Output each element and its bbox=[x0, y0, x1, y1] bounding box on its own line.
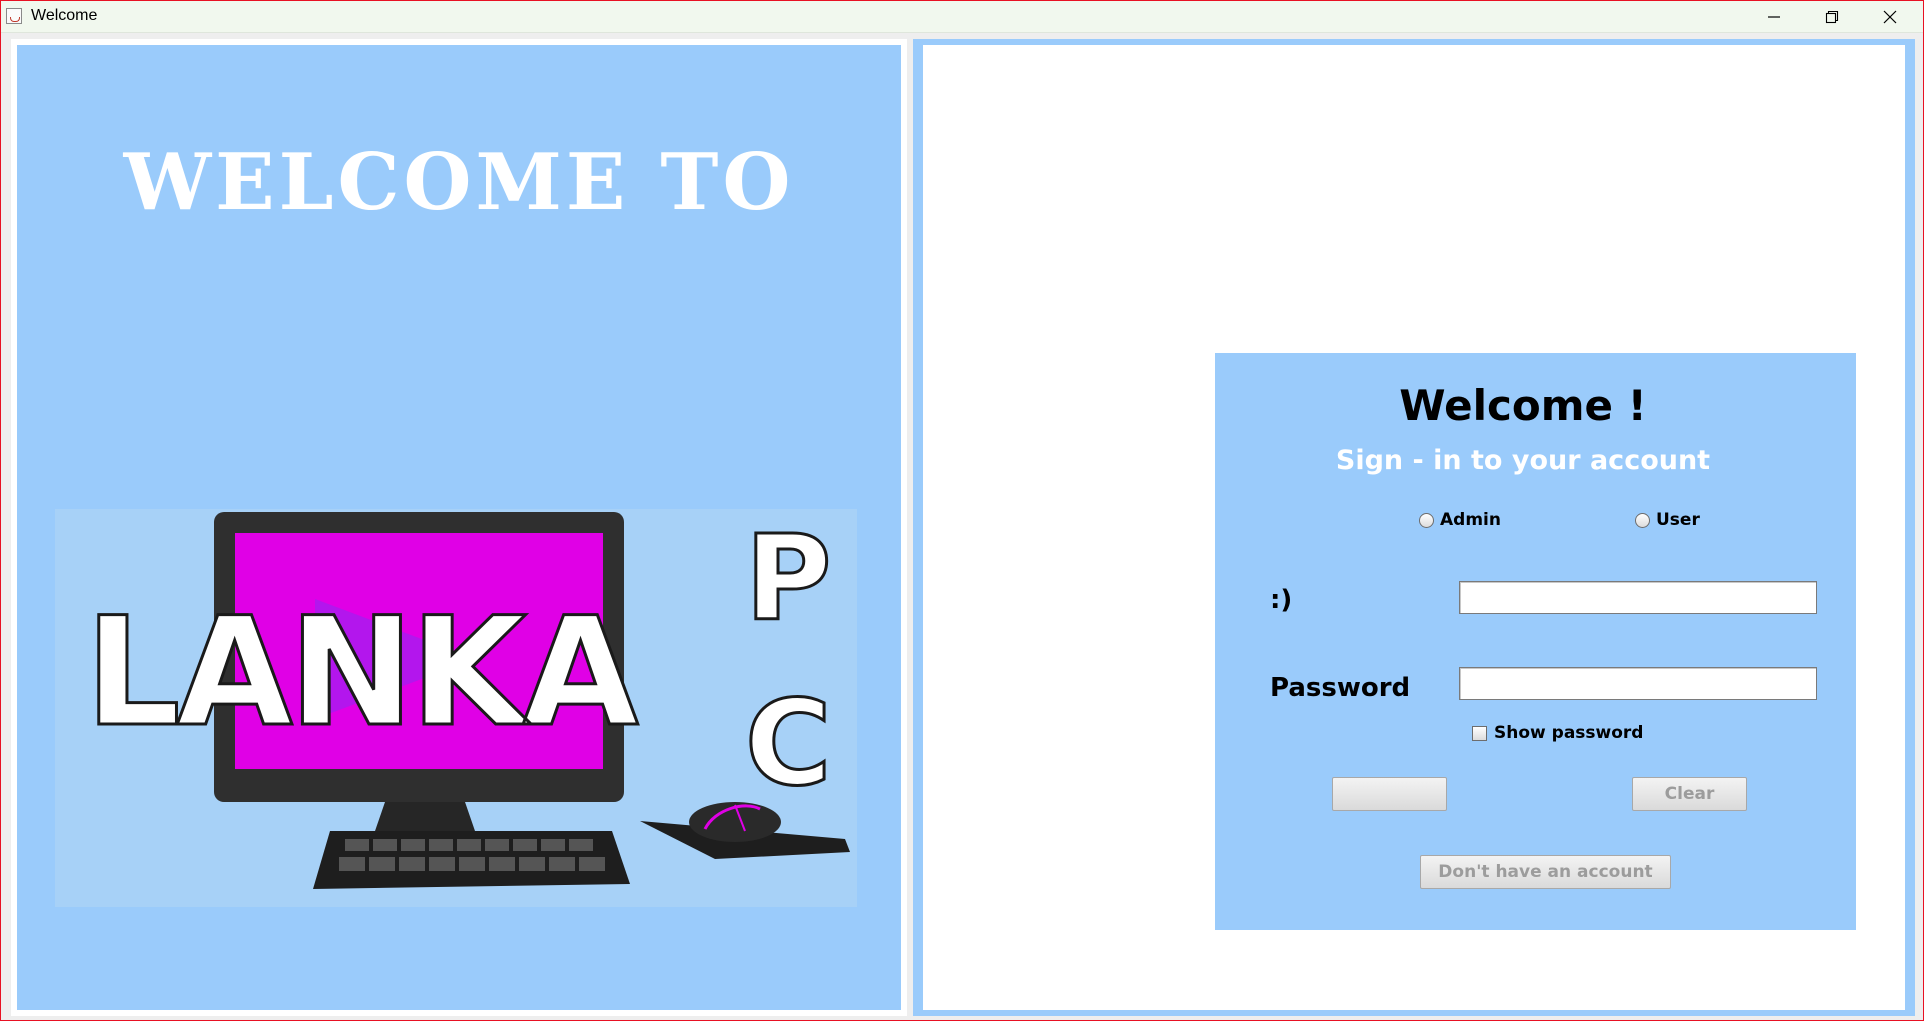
clear-button[interactable]: Clear bbox=[1632, 777, 1747, 811]
restore-icon bbox=[1825, 10, 1839, 23]
admin-radio-label: Admin bbox=[1440, 510, 1501, 530]
svg-text:LANKA: LANKA bbox=[85, 586, 638, 760]
user-radio-label: User bbox=[1656, 510, 1700, 530]
title-bar[interactable]: Welcome bbox=[1, 1, 1923, 33]
restore-button[interactable] bbox=[1803, 1, 1861, 32]
minimize-button[interactable] bbox=[1745, 1, 1803, 32]
login-button[interactable] bbox=[1332, 777, 1447, 811]
close-icon bbox=[1883, 10, 1897, 23]
show-password-checkbox[interactable]: Show password bbox=[1472, 723, 1643, 743]
app-window: Welcome WELCOME TO LANKA P C Welcome ! S… bbox=[0, 0, 1924, 1021]
svg-text:C: C bbox=[745, 674, 832, 812]
close-button[interactable] bbox=[1861, 1, 1919, 32]
username-label: :) bbox=[1270, 585, 1293, 615]
password-label: Password bbox=[1270, 673, 1411, 703]
show-password-label: Show password bbox=[1494, 723, 1644, 743]
window-title: Welcome bbox=[31, 7, 98, 24]
password-input[interactable] bbox=[1459, 667, 1817, 700]
login-subtitle: Sign - in to your account bbox=[1335, 445, 1711, 476]
computer-logo-icon: LANKA P C bbox=[84, 508, 850, 889]
username-input[interactable] bbox=[1459, 581, 1817, 614]
minimize-icon bbox=[1768, 15, 1780, 18]
login-title: Welcome ! bbox=[1399, 381, 1647, 430]
radio-circle-icon[interactable] bbox=[1419, 512, 1434, 528]
java-app-icon bbox=[6, 8, 22, 24]
lanka-pc-logo: LANKA P C bbox=[55, 508, 857, 907]
left-panel: WELCOME TO LANKA P C bbox=[11, 39, 907, 1016]
welcome-heading: WELCOME TO bbox=[123, 137, 795, 228]
right-panel: Welcome ! Sign - in to your account Admi… bbox=[913, 39, 1915, 1016]
svg-text:P: P bbox=[745, 509, 831, 647]
signup-button[interactable]: Don't have an account bbox=[1420, 855, 1671, 889]
radio-circle-icon[interactable] bbox=[1635, 512, 1650, 528]
admin-radio[interactable]: Admin bbox=[1419, 510, 1501, 530]
content-area: WELCOME TO LANKA P C Welcome ! Sign - in… bbox=[2, 33, 1922, 1019]
login-area: Welcome ! Sign - in to your account Admi… bbox=[923, 45, 1905, 1010]
checkbox-icon[interactable] bbox=[1472, 725, 1487, 741]
branding-panel: WELCOME TO LANKA P C bbox=[17, 45, 901, 1010]
user-radio[interactable]: User bbox=[1635, 510, 1700, 530]
login-card: Welcome ! Sign - in to your account Admi… bbox=[1215, 353, 1856, 930]
